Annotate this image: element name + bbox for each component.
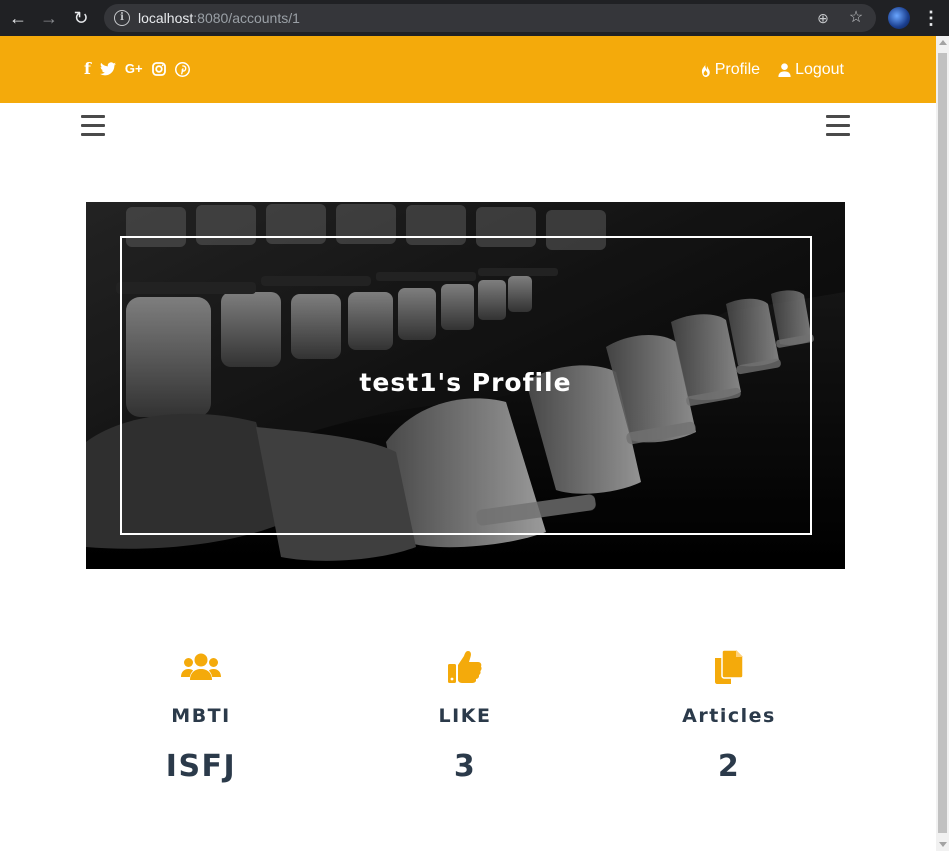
right-menu-icon[interactable] (826, 115, 850, 137)
scroll-down-arrow-icon[interactable] (939, 842, 947, 847)
forward-arrow-icon: → (40, 8, 58, 28)
profile-link-label: Profile (714, 61, 761, 78)
google-plus-icon[interactable]: G+ (125, 60, 143, 78)
bookmark-star-icon[interactable]: ☆ (846, 8, 866, 28)
zoom-icon[interactable]: ⊕ (814, 9, 832, 27)
instagram-icon[interactable] (151, 60, 166, 78)
browser-toolbar: ← → ↻ i localhost:8080/accounts/1 ⊕ ☆ ⋮ (0, 0, 949, 36)
stat-like-label: LIKE (438, 705, 492, 727)
fire-icon (701, 63, 710, 77)
stat-articles: Articles 2 (609, 648, 849, 784)
stat-like-value: 3 (453, 749, 477, 784)
stat-articles-label: Articles (682, 705, 776, 727)
site-info-icon[interactable]: i (114, 10, 130, 26)
stat-like: LIKE 3 (345, 648, 585, 784)
back-arrow-icon: ← (9, 8, 27, 28)
social-links: f G+ (84, 60, 190, 78)
stat-articles-value: 2 (717, 749, 741, 784)
left-menu-icon[interactable] (81, 115, 105, 137)
forward-button[interactable]: → (37, 6, 61, 30)
thumbs-up-icon (448, 651, 482, 683)
top-links: Profile Logout (700, 60, 844, 80)
scrollbar-thumb[interactable] (938, 53, 947, 833)
reload-button[interactable]: ↻ (69, 6, 93, 30)
back-button[interactable]: ← (6, 6, 30, 30)
logout-link-label: Logout (795, 61, 844, 78)
page-title: test1's Profile (359, 368, 572, 397)
scroll-up-arrow-icon[interactable] (939, 40, 947, 45)
page-scrollbar[interactable] (936, 36, 949, 851)
user-icon (778, 63, 791, 77)
profile-avatar[interactable] (888, 7, 910, 29)
reload-icon: ↻ (73, 8, 89, 28)
address-bar[interactable]: i localhost:8080/accounts/1 ⊕ ☆ (104, 4, 876, 32)
url-host: localhost (138, 10, 194, 26)
pinterest-icon[interactable] (174, 60, 190, 78)
users-icon (181, 653, 221, 680)
profile-link[interactable]: Profile (700, 60, 760, 80)
logout-link[interactable]: Logout (778, 60, 844, 80)
stat-mbti: MBTI ISFJ (81, 648, 321, 784)
stat-mbti-label: MBTI (171, 705, 231, 727)
copy-documents-icon (715, 650, 743, 684)
facebook-icon[interactable]: f (84, 60, 91, 78)
url-path: :8080/accounts/1 (193, 10, 300, 26)
browser-menu-icon[interactable]: ⋮ (922, 8, 940, 28)
stat-mbti-value: ISFJ (165, 749, 237, 784)
url-text[interactable]: localhost:8080/accounts/1 (138, 10, 300, 26)
profile-hero-banner: test1's Profile (86, 202, 845, 569)
twitter-icon[interactable] (99, 60, 116, 78)
top-bar: f G+ Profile Logout (0, 36, 936, 103)
